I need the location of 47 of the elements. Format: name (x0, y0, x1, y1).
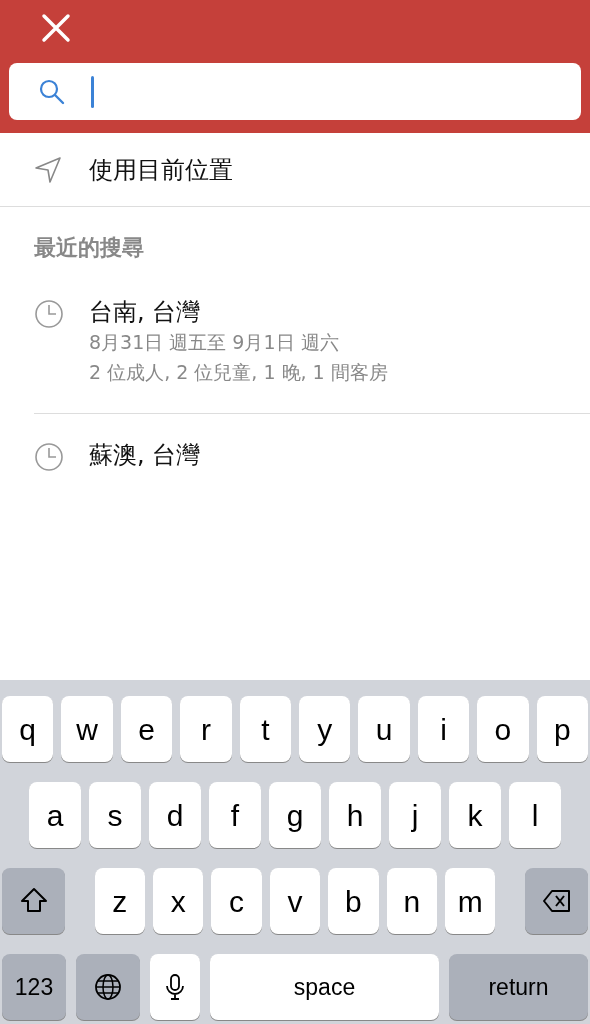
mic-key[interactable] (150, 954, 200, 1020)
letter-key[interactable]: y (299, 696, 351, 762)
letter-key[interactable]: l (509, 782, 561, 848)
letter-key[interactable]: t (239, 696, 291, 762)
letter-key[interactable]: s (89, 782, 141, 848)
letter-key[interactable]: p (536, 696, 589, 762)
location-arrow-icon (34, 155, 62, 184)
letter-key[interactable]: m (445, 868, 496, 934)
letter-key[interactable]: w (61, 696, 113, 762)
letter-key[interactable]: c (211, 868, 262, 934)
recent-search-item[interactable]: 蘇澳, 台灣 (34, 413, 590, 498)
clock-icon (34, 299, 64, 329)
globe-key[interactable] (76, 954, 140, 1020)
letter-key[interactable]: e (120, 696, 173, 762)
backspace-key[interactable] (525, 868, 588, 934)
letter-key[interactable]: q (1, 696, 54, 762)
letter-key[interactable]: n (386, 868, 437, 934)
numbers-key[interactable]: 123 (2, 954, 66, 1020)
return-key[interactable]: return (449, 954, 588, 1020)
letter-key[interactable]: g (269, 782, 321, 848)
letter-key[interactable]: v (269, 868, 321, 934)
letter-key[interactable]: a (29, 782, 81, 848)
item-detail: 8月31日 週五至 9月1日 週六 (89, 330, 340, 355)
letter-key[interactable]: b (328, 868, 379, 934)
section-heading: 最近的搜尋 (33, 234, 145, 262)
recent-search-item[interactable]: 台南, 台灣 8月31日 週五至 9月1日 週六 2 位成人, 2 位兒童, 1 晚, 1 間客房 (0, 283, 590, 413)
letter-key[interactable]: f (209, 782, 261, 848)
search-icon (39, 78, 65, 105)
letter-key[interactable]: h (329, 782, 381, 848)
letter-key[interactable]: o (477, 696, 529, 762)
clock-icon (34, 442, 64, 472)
letter-key[interactable]: i (417, 696, 470, 762)
letter-key[interactable]: r (180, 696, 232, 762)
current-location-item[interactable]: 使用目前位置 (0, 133, 590, 207)
search-field[interactable] (9, 63, 581, 120)
letter-key[interactable]: d (149, 782, 201, 848)
item-title: 台南, 台灣 (89, 297, 202, 327)
letter-key[interactable]: x (153, 868, 204, 934)
space-key[interactable]: space (210, 954, 439, 1020)
item-detail: 2 位成人, 2 位兒童, 1 晚, 1 間客房 (89, 360, 388, 385)
item-title: 蘇澳, 台灣 (89, 440, 201, 470)
shift-key[interactable] (2, 868, 65, 934)
globe-icon (93, 972, 123, 1002)
letter-key[interactable]: z (94, 868, 145, 934)
letter-key[interactable]: j (389, 782, 441, 848)
letter-key[interactable]: k (449, 782, 501, 848)
letter-key[interactable]: u (358, 696, 410, 762)
